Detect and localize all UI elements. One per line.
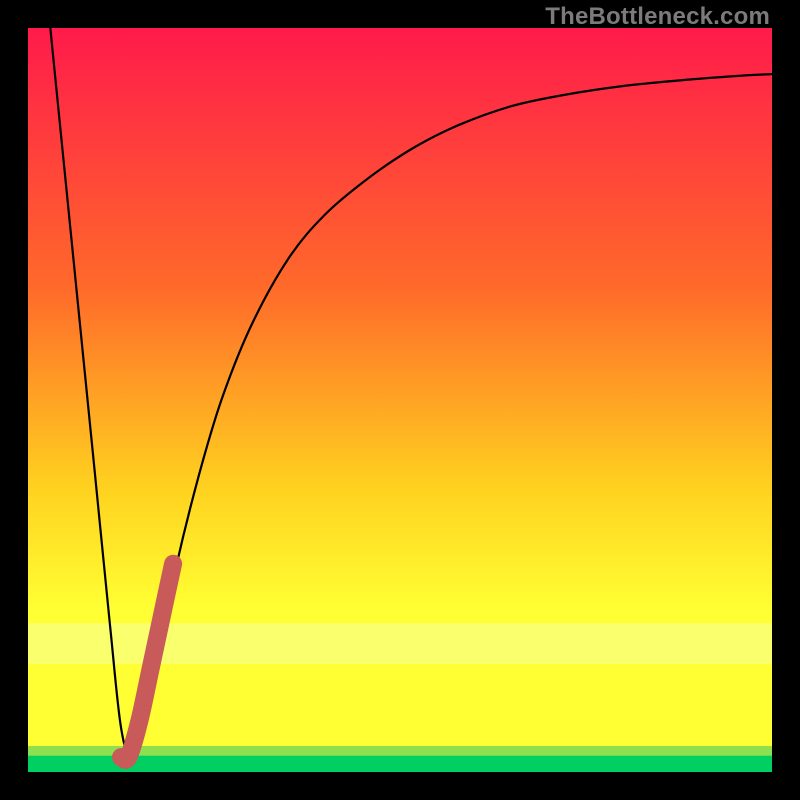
chart-frame: TheBottleneck.com xyxy=(0,0,800,800)
chart-svg xyxy=(28,28,772,772)
band-pale xyxy=(28,623,772,664)
watermark-text: TheBottleneck.com xyxy=(545,3,770,31)
plot-area xyxy=(28,28,772,772)
band-green xyxy=(28,756,772,772)
